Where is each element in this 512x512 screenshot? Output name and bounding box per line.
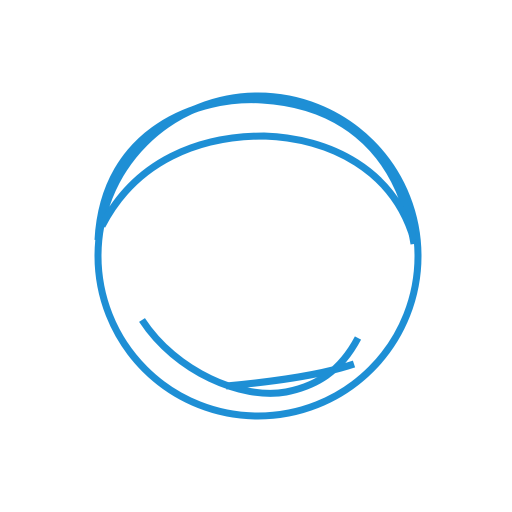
middle-loop-stroke [98, 132, 418, 241]
lower-inner-swoosh-stroke [225, 360, 356, 390]
looped-ring-icon [94, 92, 422, 420]
canvas [0, 0, 512, 512]
